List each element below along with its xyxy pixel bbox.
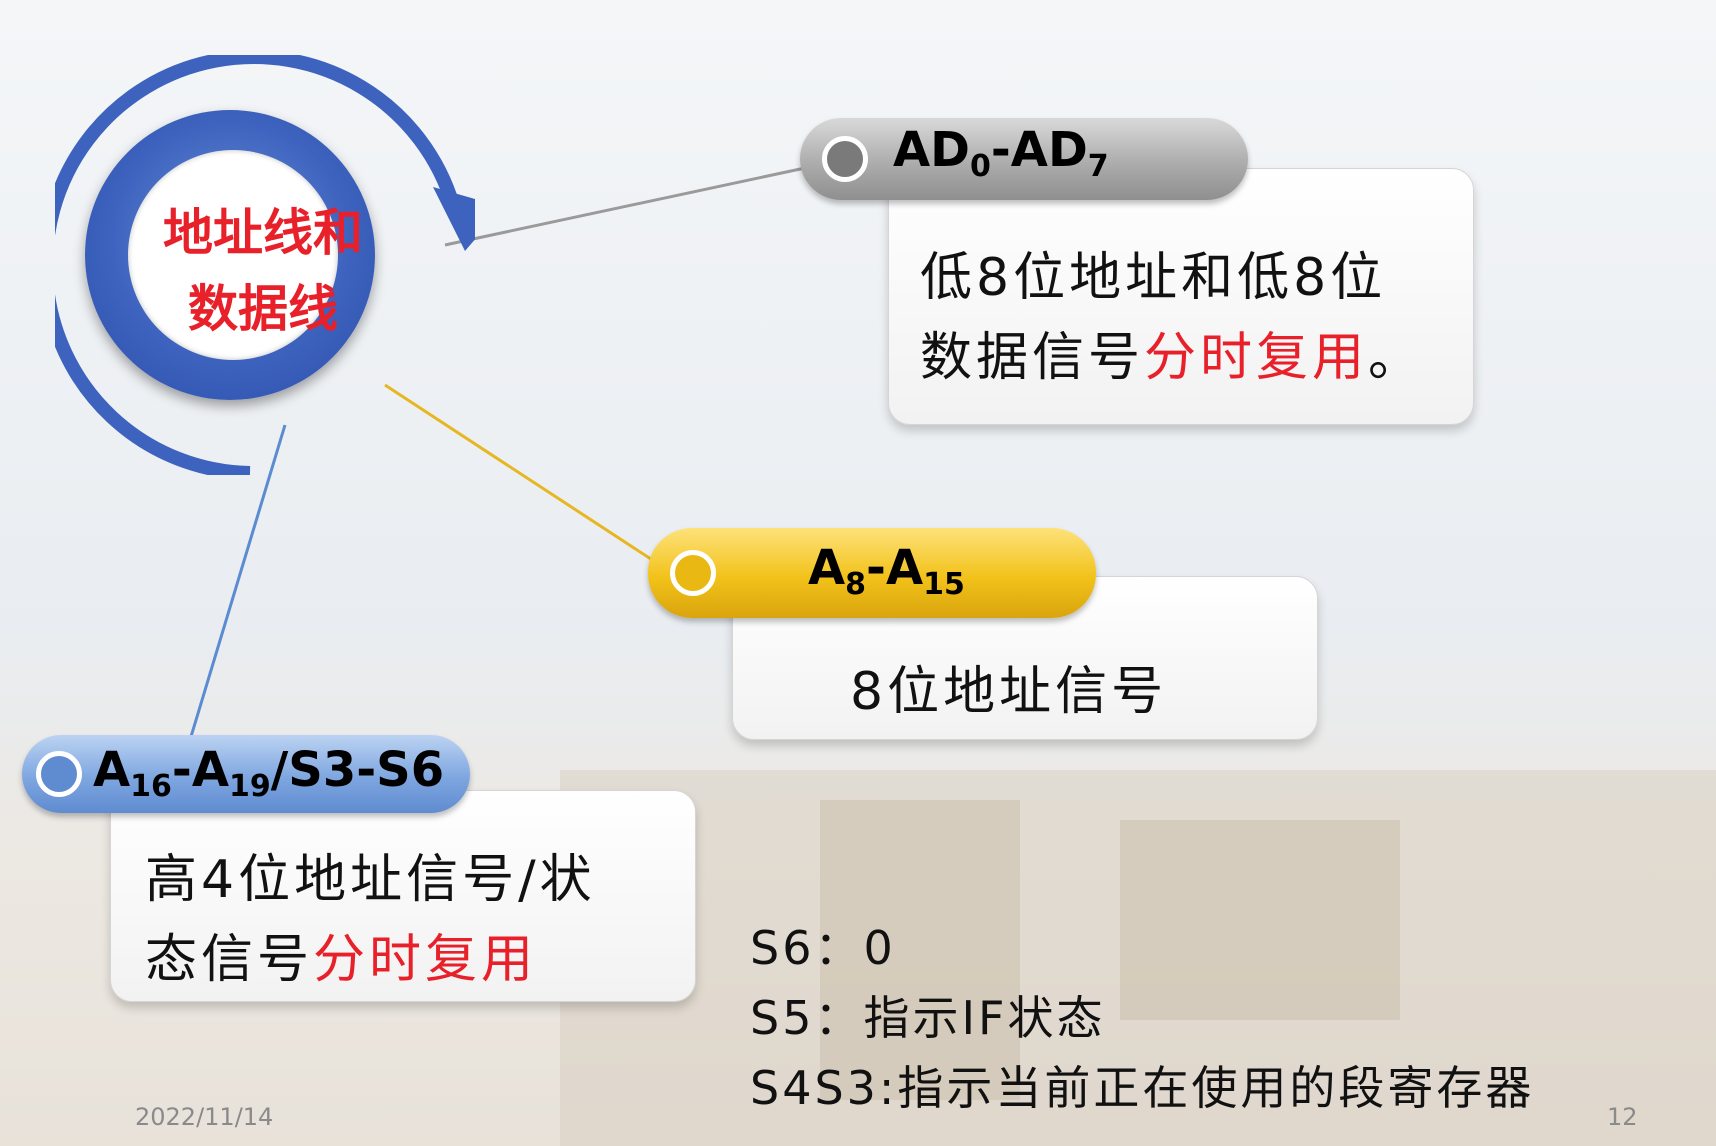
footer-date: 2022/11/14 (135, 1103, 274, 1131)
node-ad-label: AD0-AD7 (893, 122, 1109, 184)
hub-title-line2: 数据线 (188, 279, 338, 338)
bullet-icon (36, 751, 82, 797)
node-a8-label: A8-A15 (808, 540, 965, 602)
note-s6: S6：0 (750, 921, 896, 975)
slide: 地址线和 数据线 AD0-AD7 低8位地址和低8位 数据信号分时复用。 A8-… (0, 0, 1716, 1146)
node-ad-desc: 低8位地址和低8位 数据信号分时复用。 (920, 248, 1425, 388)
connector-line-gray (444, 166, 806, 247)
node-a16-label: A16-A19/S3-S6 (93, 742, 445, 804)
hub-title: 地址线和 数据线 (118, 195, 408, 347)
node-a8-desc: 8位地址信号 (850, 662, 1168, 722)
note-s4s3: S4S3:指示当前正在使用的段寄存器 (750, 1061, 1535, 1115)
bullet-icon (822, 136, 868, 182)
bullet-icon (670, 550, 716, 596)
node-a16-desc: 高4位地址信号/状 态信号分时复用 (145, 850, 596, 990)
hub-title-line1: 地址线和 (163, 203, 363, 262)
footer-page-number: 12 (1607, 1103, 1638, 1131)
note-s5: S5：指示IF状态 (750, 991, 1106, 1045)
